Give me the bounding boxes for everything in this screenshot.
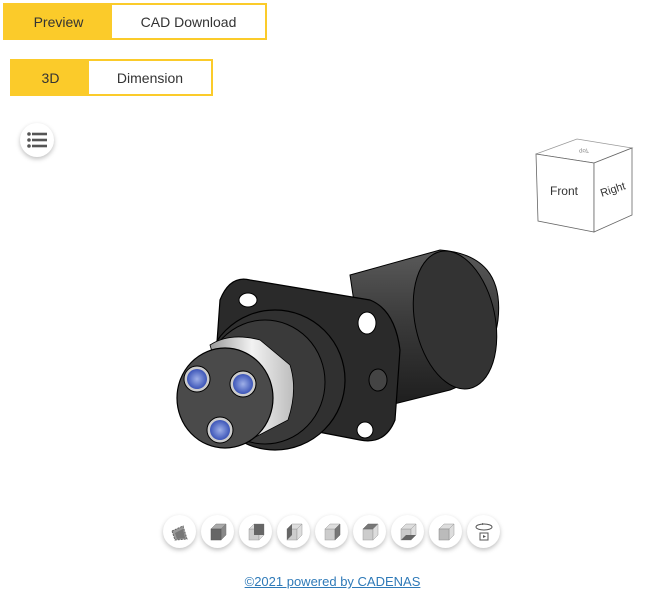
rotate-animation-icon [475, 522, 492, 540]
tab-dimension[interactable]: Dimension [89, 61, 211, 94]
render-mode-button[interactable] [163, 515, 196, 548]
view-isometric-icon [209, 522, 227, 541]
3d-model-viewport[interactable] [170, 240, 510, 460]
main-tabs: Preview CAD Download [3, 3, 267, 40]
tab-3d[interactable]: 3D [12, 61, 89, 94]
view-back-button[interactable] [239, 515, 272, 548]
tab-cad-download[interactable]: CAD Download [112, 5, 265, 38]
view-bottom-icon [399, 522, 417, 541]
tab-preview[interactable]: Preview [5, 5, 112, 38]
view-toolbar [163, 515, 500, 548]
view-bottom-button[interactable] [391, 515, 424, 548]
render-mode-icon [170, 524, 188, 541]
view-front-button[interactable] [429, 515, 462, 548]
view-tabs: 3D Dimension [10, 59, 213, 96]
view-right-button[interactable] [315, 515, 348, 548]
cadenas-link[interactable]: ©2021 powered by CADENAS [245, 574, 421, 589]
cube-front-label: Front [550, 184, 579, 198]
view-left-icon [285, 522, 303, 541]
view-cube[interactable]: Top Front Right [530, 135, 640, 235]
view-top-icon [361, 522, 379, 541]
rotate-animation-button[interactable] [467, 515, 500, 548]
list-icon [27, 132, 47, 148]
view-left-button[interactable] [277, 515, 310, 548]
view-front-icon [437, 522, 455, 541]
view-right-icon [323, 522, 341, 541]
view-top-button[interactable] [353, 515, 386, 548]
menu-button[interactable] [20, 123, 54, 157]
view-isometric-button[interactable] [201, 515, 234, 548]
footer: ©2021 powered by CADENAS [0, 574, 665, 589]
view-back-icon [247, 522, 265, 541]
